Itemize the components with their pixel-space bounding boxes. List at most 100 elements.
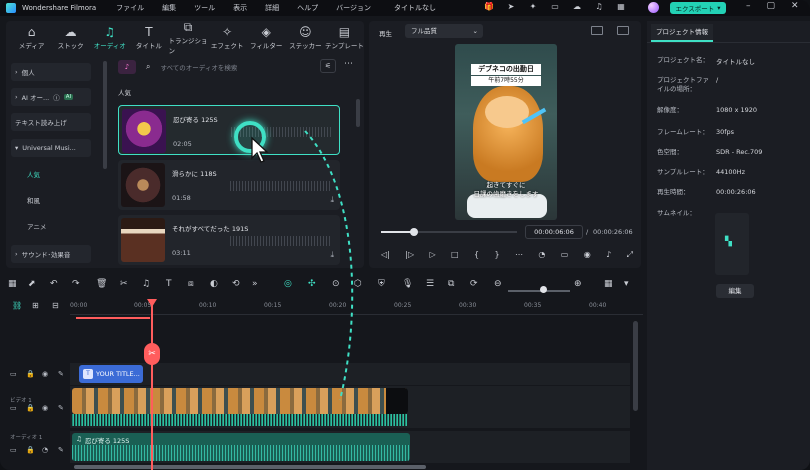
audio-track-item[interactable]: それがすべてだった 191S 03:11 ⤓ [118,215,340,265]
more-tools-icon[interactable]: » [252,279,258,289]
zoom-slider[interactable] [508,290,570,292]
menu-view[interactable]: 表示 [233,3,247,13]
headphone-icon[interactable]: ♫ [594,2,604,12]
edit-thumbnail-button[interactable]: 編集 [716,284,754,298]
zoom-in-icon[interactable]: ⊕ [574,279,582,289]
download-icon[interactable]: ⤓ [330,250,334,260]
audio-meter-icon[interactable]: ♪ [606,250,611,262]
title-clip[interactable]: T YOUR TITLE... [79,365,143,383]
folder-icon[interactable]: ▭ [10,446,17,454]
split-at-playhead-button[interactable]: ✂ [144,343,160,365]
tab-filters[interactable]: ◈ フィルター [247,21,286,55]
sidebar-item-anime[interactable]: アニメ [11,217,91,235]
grid-view-icon[interactable]: ▦ [604,279,613,289]
tab-templates[interactable]: ▤ テンプレート [325,21,364,55]
zoom-out-icon[interactable]: ⊖ [494,279,502,289]
eye-icon[interactable]: ◉ [42,404,48,412]
chevron-down-icon[interactable]: ▾ [624,279,629,289]
marker-icon[interactable]: ⬡ [354,279,362,289]
audio-track-item[interactable]: 滑らかに 118S 01:58 ⤓ [118,160,340,210]
color-icon[interactable]: ◐ [210,279,218,289]
mute-icon[interactable]: ✎ [58,404,64,412]
sidebar-scrollbar[interactable] [103,61,107,169]
mark-in-icon[interactable]: { [474,250,479,262]
pip-icon[interactable]: ⧉ [448,279,454,289]
search-input[interactable]: すべてのオーディオを検索 [160,62,237,72]
tab-stickers[interactable]: ☺ ステッカー [286,21,325,55]
shield-icon[interactable]: ⛨ [378,279,385,289]
timeline-horizontal-scrollbar[interactable] [74,465,426,469]
mark-out-icon[interactable]: } [494,250,499,262]
volume-icon[interactable]: ◔ [42,446,48,454]
menu-help[interactable]: ヘルプ [297,3,318,13]
audio-track-item[interactable]: 忍び寄る 125S 02:05 [118,105,340,155]
media-scrollbar[interactable] [356,99,360,127]
mute-icon[interactable]: ✎ [58,370,64,378]
camera-icon[interactable]: ◉ [584,250,591,262]
avatar[interactable] [648,2,659,13]
split-icon[interactable]: ✂ [120,279,128,289]
monitor-icon[interactable]: ▭ [550,2,560,12]
current-timecode[interactable]: 00:00:06:06 [525,225,583,239]
tab-titles[interactable]: T タイトル [129,21,168,55]
layout-grid-icon[interactable]: ▦ [8,279,17,289]
tab-stock[interactable]: ☁ ストック [51,21,90,55]
display-icon[interactable]: ▭ [561,250,569,262]
menu-version[interactable]: バージョン [336,3,371,13]
cloud-upload-icon[interactable]: ☁ [572,2,582,12]
playback-progress[interactable] [381,228,517,236]
sidebar-item-universal-music[interactable]: ▾ Universal Musi... [11,139,91,157]
audio-clip[interactable]: ♫ 忍び寄る 125S [72,433,410,461]
audio-icon[interactable]: ♫ [142,279,150,289]
sidebar-item-sound-effects[interactable]: › サウンド･効果音 [11,245,91,263]
menu-edit[interactable]: 編集 [162,3,176,13]
redo-icon[interactable]: ↷ [72,279,80,289]
gift-icon[interactable]: 🎁 [484,2,494,12]
folder-icon[interactable]: ▭ [10,370,17,378]
filter-button[interactable]: ⚟ [320,59,336,73]
sidebar-item-personal[interactable]: › 個人 [11,63,91,81]
send-icon[interactable]: ➤ [506,2,516,12]
select-tool-icon[interactable]: ⬈ [28,279,36,289]
mute-icon[interactable]: ✎ [58,446,64,454]
eye-icon[interactable]: ◉ [42,370,48,378]
mic-icon[interactable]: 🎙 [402,279,413,289]
snapshot-preview-icon[interactable] [617,26,629,35]
text-tool-icon[interactable]: T [166,279,172,289]
render-icon[interactable]: ⊙ [332,279,340,289]
minimize-icon[interactable]: – [746,1,751,11]
sidebar-item-popular[interactable]: 人気 [11,165,91,183]
more-controls-icon[interactable]: ⋯ [515,250,523,262]
export-button[interactable]: エクスポート ▾ [670,2,726,14]
loop-icon[interactable]: ⟳ [470,279,478,289]
stop-icon[interactable]: □ [451,250,459,262]
tab-media[interactable]: ⌂ メディア [12,21,51,55]
video-clip[interactable] [72,388,408,414]
fullscreen-icon[interactable]: ⤢ [627,250,633,262]
lock-icon[interactable]: 🔒 [26,370,35,378]
sidebar-item-ai-audio[interactable]: › AI オー... ⓘ AI [11,88,91,106]
list-icon[interactable]: ☰ [426,279,434,289]
more-icon[interactable]: ⋯ [344,59,353,69]
tab-audio[interactable]: ♫ オーディオ [90,21,129,55]
menu-advanced[interactable]: 詳細 [265,3,279,13]
tab-effects[interactable]: ✧ エフェクト [208,21,247,55]
close-icon[interactable]: ✕ [791,1,799,11]
layout-icon[interactable] [591,26,603,35]
folder-icon[interactable]: ▭ [10,404,17,412]
zoom-knob[interactable] [540,286,547,293]
undo-icon[interactable]: ↶ [50,279,58,289]
snap-icon[interactable]: ✣ [308,279,316,289]
volume-icon[interactable]: ◔ [538,250,545,262]
step-icon[interactable]: |▷ [405,250,414,262]
playhead[interactable] [151,301,153,470]
grid-icon[interactable]: ▦ [616,2,626,12]
bulb-icon[interactable]: ✦ [528,2,538,12]
maximize-icon[interactable]: ▢ [767,1,776,11]
track-settings-icon[interactable]: ⊟ [52,301,59,310]
delete-icon[interactable]: 🗑 [96,279,107,289]
menu-file[interactable]: ファイル [116,3,144,13]
sidebar-item-japanese[interactable]: 和風 [11,191,91,209]
quality-select[interactable]: フル品質 ⌄ [405,24,483,38]
speed-icon[interactable]: ⟲ [232,279,240,289]
